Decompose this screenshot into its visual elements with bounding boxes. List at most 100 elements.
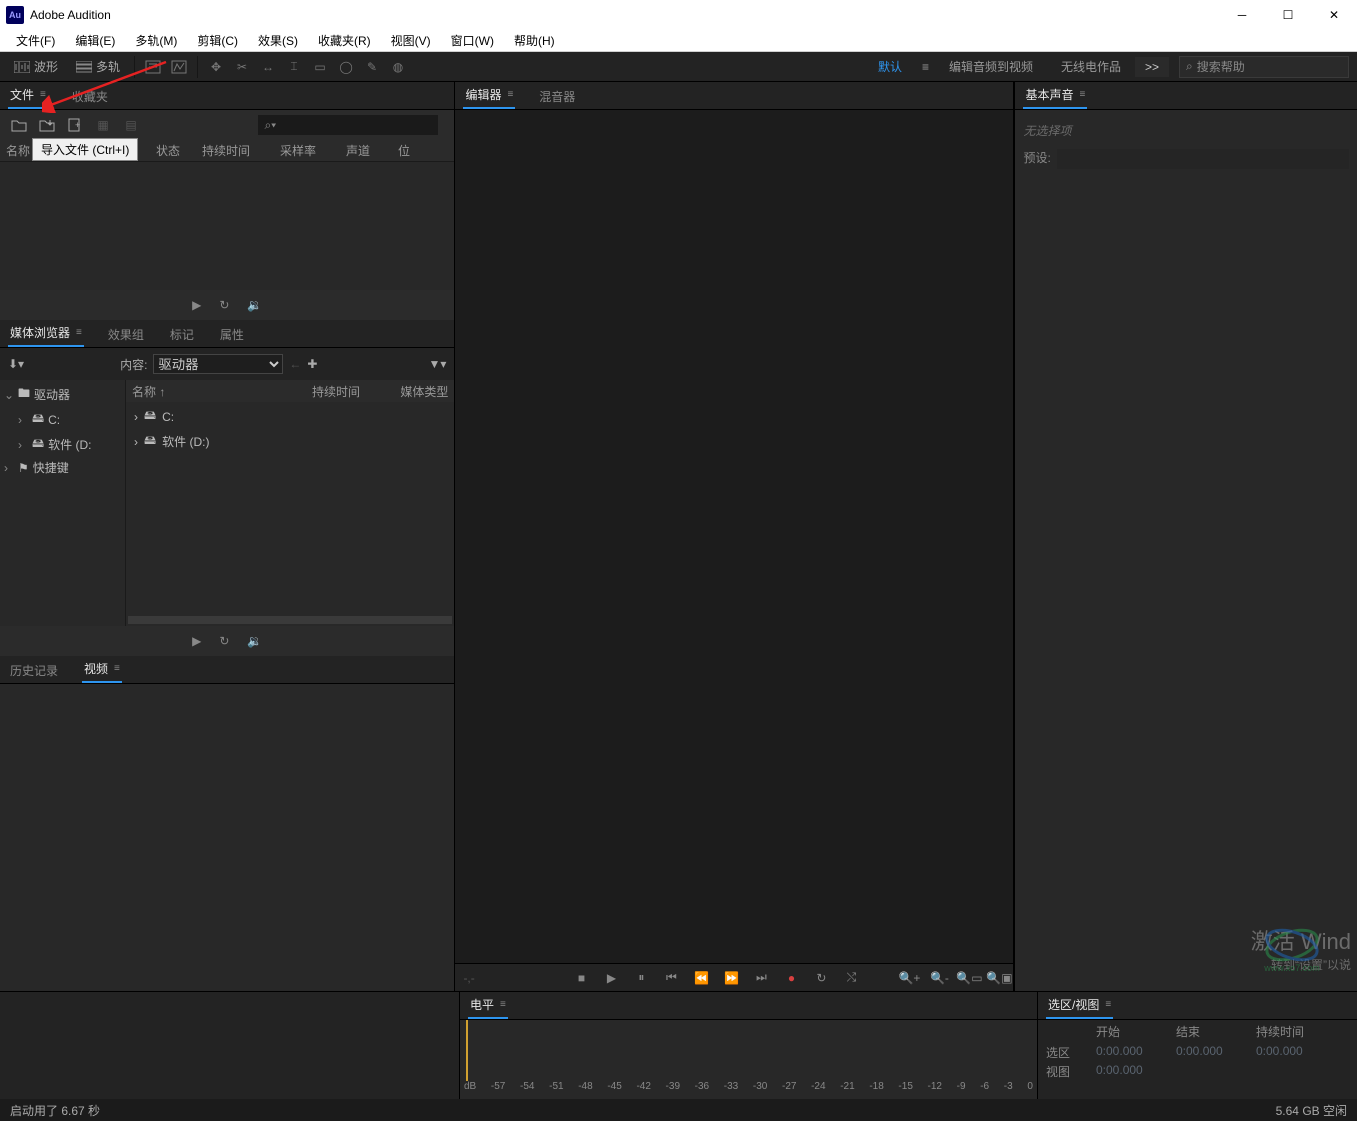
tab-favorites[interactable]: 收藏夹 xyxy=(70,84,110,109)
open-file-button[interactable] xyxy=(8,115,30,135)
panel-menu-icon[interactable]: ≡ xyxy=(507,89,513,100)
filter-button[interactable]: ▼▾ xyxy=(429,357,447,371)
close-file-button[interactable]: ▦ xyxy=(92,115,114,135)
workspace-default-menu-icon[interactable]: ≡ xyxy=(916,60,935,74)
hud-toggle-icon[interactable] xyxy=(141,55,165,79)
tree-c-drive[interactable]: ›🖴C: xyxy=(0,407,125,432)
preview-autoplay-button[interactable]: 🔉 xyxy=(247,634,262,648)
tab-mixer[interactable]: 混音器 xyxy=(537,84,577,109)
view-multitrack-button[interactable]: 多轨 xyxy=(68,55,128,78)
marquee-tool-icon[interactable]: ▭ xyxy=(308,55,332,79)
menu-edit[interactable]: 编辑(E) xyxy=(65,30,125,51)
time-selection-tool-icon[interactable]: ⌶ xyxy=(282,55,306,79)
menu-favorites[interactable]: 收藏夹(R) xyxy=(308,30,381,51)
tab-media-browser[interactable]: 媒体浏览器≡ xyxy=(8,320,84,347)
panel-menu-icon[interactable]: ≡ xyxy=(1105,999,1111,1010)
tree-shortcuts[interactable]: ›⚑快捷键 xyxy=(0,457,125,478)
workspace-default[interactable]: 默认 xyxy=(864,54,916,79)
view-waveform-button[interactable]: 波形 xyxy=(6,55,66,78)
tab-video[interactable]: 视频≡ xyxy=(82,656,122,683)
tab-selection-view[interactable]: 选区/视图≡ xyxy=(1046,992,1113,1019)
panel-menu-icon[interactable]: ≡ xyxy=(76,327,82,338)
col-duration[interactable]: 持续时间 xyxy=(306,383,386,400)
pause-button[interactable]: ⏸ xyxy=(627,966,655,990)
files-filter-input[interactable]: ⌕▾ xyxy=(258,115,438,135)
panel-menu-icon[interactable]: ≡ xyxy=(40,89,46,100)
list-item-d[interactable]: ›🖴软件 (D:) xyxy=(126,429,454,454)
move-tool-icon[interactable]: ✥ xyxy=(204,55,228,79)
rewind-button[interactable]: ⏪ xyxy=(687,966,715,990)
selection-end-value[interactable]: 0:00.000 xyxy=(1176,1044,1256,1061)
content-dropdown[interactable]: 驱动器 xyxy=(153,354,283,374)
preview-play-button[interactable]: ▶ xyxy=(192,634,201,648)
preset-dropdown[interactable] xyxy=(1057,149,1349,169)
col-channels[interactable]: 声道 xyxy=(340,142,392,159)
list-item-c[interactable]: ›🖴C: xyxy=(126,404,454,429)
forward-button[interactable]: ⏩ xyxy=(717,966,745,990)
tab-effects-rack[interactable]: 效果组 xyxy=(106,322,146,347)
preview-play-button[interactable]: ▶ xyxy=(192,298,201,312)
view-start-value[interactable]: 0:00.000 xyxy=(1096,1063,1176,1080)
workspace-edit-to-video[interactable]: 编辑音频到视频 xyxy=(935,54,1047,79)
timecode-display[interactable]: -,- xyxy=(455,971,565,985)
lasso-tool-icon[interactable]: ◯ xyxy=(334,55,358,79)
zoom-selection-button[interactable]: 🔍▣ xyxy=(985,966,1013,990)
tree-drivers[interactable]: ⌄🖿驱动器 xyxy=(0,382,125,407)
menu-effects[interactable]: 效果(S) xyxy=(248,30,308,51)
spectral-display-icon[interactable] xyxy=(167,55,191,79)
preview-autoplay-button[interactable]: 🔉 xyxy=(247,298,262,312)
panel-menu-icon[interactable]: ≡ xyxy=(114,663,120,674)
selection-duration-value[interactable]: 0:00.000 xyxy=(1256,1044,1336,1061)
tab-markers[interactable]: 标记 xyxy=(168,322,196,347)
new-folder-button[interactable]: ✚ xyxy=(307,357,317,371)
new-file-button[interactable]: + xyxy=(64,115,86,135)
horizontal-scrollbar[interactable] xyxy=(128,616,452,624)
col-duration[interactable]: 持续时间 xyxy=(196,142,274,159)
menu-clip[interactable]: 剪辑(C) xyxy=(187,30,248,51)
zoom-out-button[interactable]: 🔍- xyxy=(925,966,953,990)
col-name[interactable]: 名称 ↑ xyxy=(126,383,306,400)
go-to-end-button[interactable]: ⏭ xyxy=(747,966,775,990)
tab-essential-sound[interactable]: 基本声音≡ xyxy=(1023,82,1087,109)
col-bit[interactable]: 位 xyxy=(392,142,416,159)
loop-button[interactable]: ↻ xyxy=(807,966,835,990)
preview-loop-button[interactable]: ↻ xyxy=(219,634,229,648)
zoom-in-button[interactable]: 🔍+ xyxy=(895,966,923,990)
window-minimize-button[interactable]: ─ xyxy=(1219,0,1265,30)
menu-help[interactable]: 帮助(H) xyxy=(504,30,565,51)
insert-to-multitrack-button[interactable]: ▤ xyxy=(120,115,142,135)
stop-button[interactable]: ■ xyxy=(567,966,595,990)
workspace-radio[interactable]: 无线电作品 xyxy=(1047,54,1135,79)
tab-levels[interactable]: 电平≡ xyxy=(468,992,508,1019)
tab-properties[interactable]: 属性 xyxy=(218,322,246,347)
tab-files[interactable]: 文件≡ xyxy=(8,82,48,109)
tree-d-drive[interactable]: ›🖴软件 (D: xyxy=(0,432,125,457)
skip-selection-button[interactable]: ⤭ xyxy=(837,966,865,990)
panel-menu-icon[interactable]: ≡ xyxy=(500,999,506,1010)
menu-window[interactable]: 窗口(W) xyxy=(441,30,504,51)
nav-back-button[interactable]: ← xyxy=(289,357,301,371)
razor-tool-icon[interactable]: ✂ xyxy=(230,55,254,79)
col-media-type[interactable]: 媒体类型 xyxy=(386,383,454,400)
menu-view[interactable]: 视图(V) xyxy=(381,30,441,51)
menu-file[interactable]: 文件(F) xyxy=(6,30,65,51)
workspace-overflow-button[interactable]: >> xyxy=(1135,57,1169,77)
selection-start-value[interactable]: 0:00.000 xyxy=(1096,1044,1176,1061)
slip-tool-icon[interactable]: ↔ xyxy=(256,55,280,79)
ingest-button[interactable]: ⬇▾ xyxy=(8,357,24,371)
window-close-button[interactable]: ✕ xyxy=(1311,0,1357,30)
panel-menu-icon[interactable]: ≡ xyxy=(1079,89,1085,100)
zoom-full-button[interactable]: 🔍▭ xyxy=(955,966,983,990)
brush-tool-icon[interactable]: ✎ xyxy=(360,55,384,79)
play-button[interactable]: ▶ xyxy=(597,966,625,990)
window-maximize-button[interactable]: ☐ xyxy=(1265,0,1311,30)
help-search-input[interactable]: ⌕ 搜索帮助 xyxy=(1179,56,1349,78)
record-button[interactable]: ● xyxy=(777,966,805,990)
go-to-start-button[interactable]: ⏮ xyxy=(657,966,685,990)
tab-editor[interactable]: 编辑器≡ xyxy=(463,82,515,109)
col-samplerate[interactable]: 采样率 xyxy=(274,142,340,159)
preview-loop-button[interactable]: ↻ xyxy=(219,298,229,312)
tab-history[interactable]: 历史记录 xyxy=(8,658,60,683)
import-file-button[interactable] xyxy=(36,115,58,135)
spot-healing-tool-icon[interactable]: ◍ xyxy=(386,55,410,79)
